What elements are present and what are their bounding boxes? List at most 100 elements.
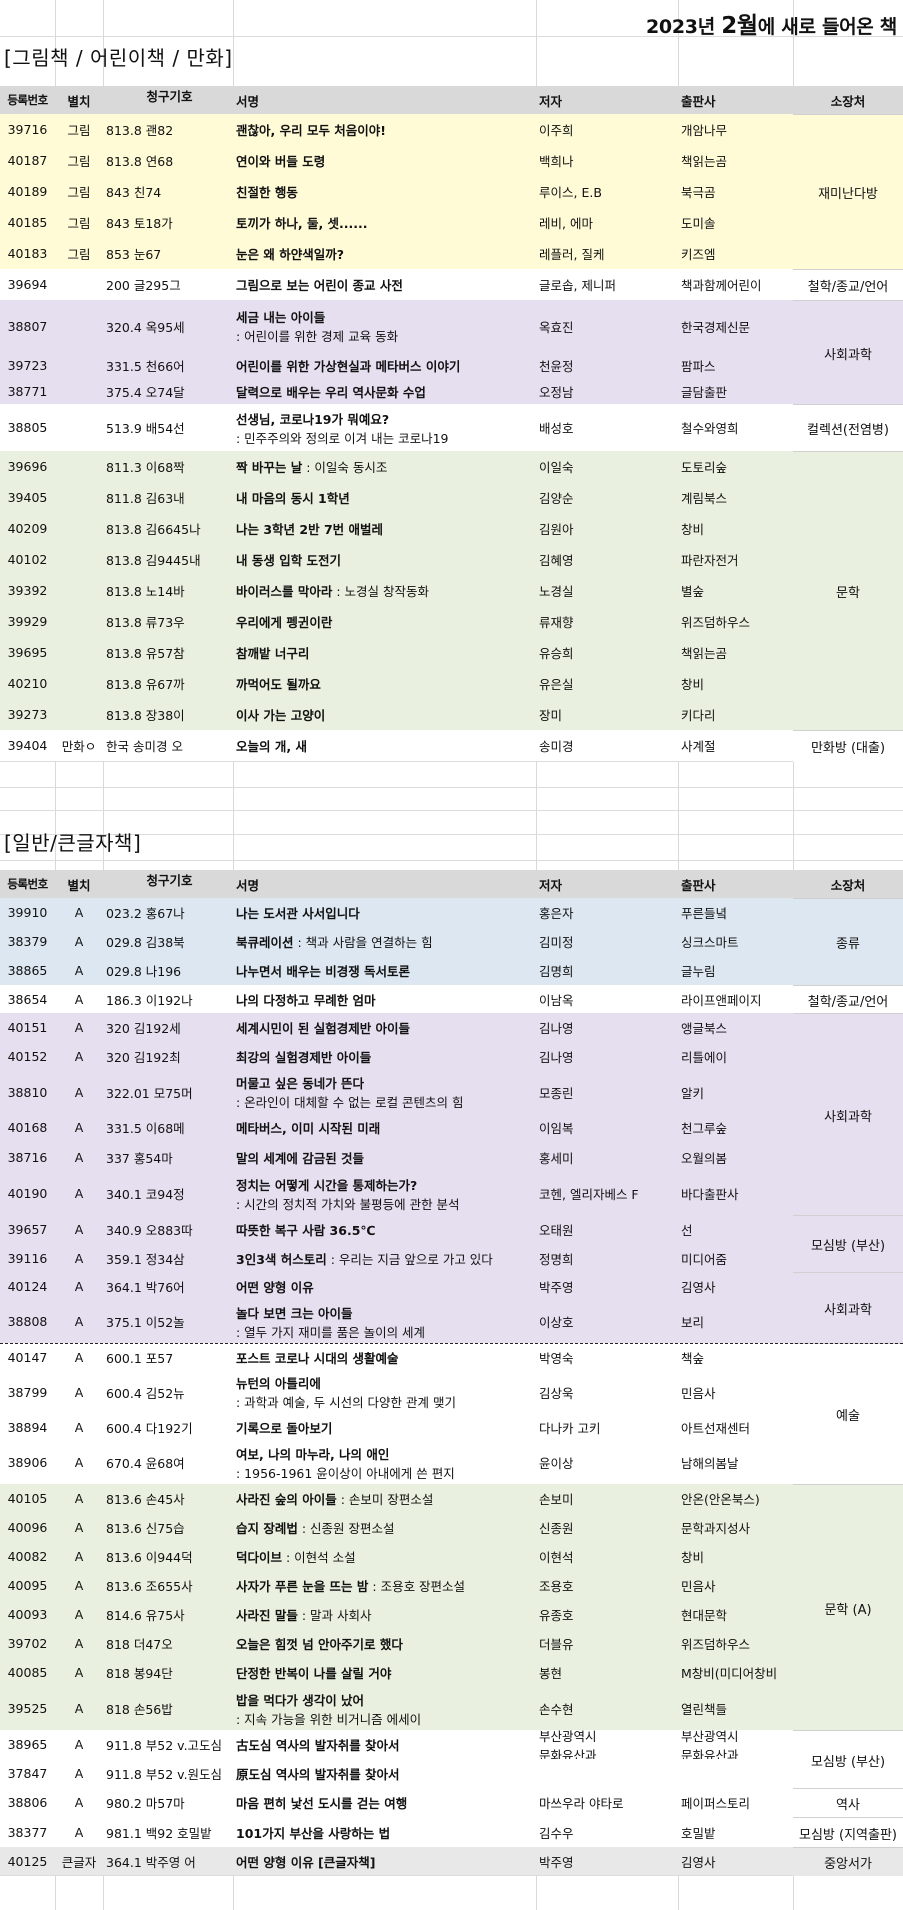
publisher: 김영사 [678, 1847, 793, 1875]
table-row[interactable]: 38654 A 186.3 이192나 나의 다정하고 무례한 엄마 이남옥 라이프앤페이… [0, 985, 793, 1013]
author-name: 이현석 [539, 1550, 574, 1565]
table-row[interactable]: 39525 A 818 손56밥 밥을 먹다가 생각이 났어: 지속 가능을 위한 비… [0, 1687, 793, 1730]
book-title-line: 어떤 양형 이유 [큰글자책] [236, 1852, 375, 1871]
publisher: 위즈덤하우스 [678, 606, 793, 637]
table-row[interactable]: 40183 그림 853 눈67 눈은 왜 하얀색일까? 레플러, 질케 키즈엠 [0, 238, 793, 269]
table-row[interactable]: 40152 A 320 김192최 최강의 실험경제반 아이들 김나영 리틀에이 [0, 1042, 793, 1071]
location-cell: 컬렉션(전염병) [793, 404, 903, 452]
publisher-name: 리틀에이 [681, 1050, 728, 1065]
call-number: 813.8 류73우 [106, 615, 185, 630]
table-row[interactable]: 40187 그림 813.8 연68 연이와 버들 도령 백희나 책읽는곰 [0, 145, 793, 176]
section-heading: [일반/큰글자책] [4, 831, 142, 855]
table-row[interactable]: 39404 만화ㅇ 한국 송미경 오 오늘의 개, 새 송미경 사계절 [0, 730, 793, 761]
book-title: 메타버스, 이미 시작된 미래 [233, 1113, 536, 1142]
table-row[interactable]: 38377 A 981.1 백92 호밀밭 101가지 부산을 사랑하는 법 김수우 호밀… [0, 1817, 793, 1847]
table-row[interactable]: 40085 A 818 봉94단 단정한 반복이 나를 살릴 거야 봉현 M창비(미디어창… [0, 1658, 793, 1687]
table-row[interactable]: 38771 375.4 오74달 달력으로 배우는 우리 역사문화 수업 오정남 글담출… [0, 378, 793, 404]
author: 이남옥 [536, 985, 678, 1013]
book-title-main: 최강의 실험경제반 아이들 [236, 1050, 372, 1065]
table-row[interactable]: 39696 811.3 이68짝 짝 바꾸는 날 : 이일숙 동시조 이일숙 도토리숲 [0, 451, 793, 482]
reg-number: 39702 [7, 1636, 48, 1651]
location-cell: 종류 [793, 898, 903, 986]
book-title: 세계시민이 된 실험경제반 아이들 [233, 1013, 536, 1042]
author-name: 조용호 [539, 1579, 574, 1594]
table-row[interactable]: 40093 A 814.6 유75사 사라진 말들 : 말과 사회사 유종호 현대문학 [0, 1600, 793, 1629]
table-row[interactable]: 40147 A 600.1 포57 포스트 코로나 시대의 생활예술 박영숙 책숲 [0, 1343, 793, 1371]
author: 옥효진 [536, 300, 678, 352]
publisher: 선 [678, 1215, 793, 1244]
table-row[interactable]: 39392 813.8 노14바 바이러스를 막아라 : 노경실 창작동화 노경실 별숲 [0, 575, 793, 606]
call-number: 320 김192최 [106, 1050, 181, 1065]
table-row[interactable]: 38716 A 337 홍54마 말의 세계에 감금된 것들 홍세미 오월의봄 [0, 1142, 793, 1172]
table-row[interactable]: 38894 A 600.4 다192기 기록으로 돌아보기 다나카 고키 아트선재센터 [0, 1413, 793, 1441]
table-row[interactable]: 40151 A 320 김192세 세계시민이 된 실험경제반 아이들 김나영 앵글북스 [0, 1013, 793, 1042]
book-title-main: 참깨밭 너구리 [236, 646, 310, 661]
call-number: 818 더47오 [106, 1637, 173, 1652]
table-row[interactable]: 40082 A 813.6 이944덕 덕다이브 : 이현석 소설 이현석 창비 [0, 1542, 793, 1571]
table-row[interactable]: 38906 A 670.4 윤68여 여보, 나의 마누라, 나의 애인: 1956-… [0, 1441, 793, 1484]
publisher-name: 개암나무 [681, 123, 728, 138]
table-row[interactable]: 39929 813.8 류73우 우리에게 펭귄이란 류재향 위즈덤하우스 [0, 606, 793, 637]
table-row[interactable]: 39405 811.8 김63내 내 마음의 동시 1학년 김양순 계림북스 [0, 482, 793, 513]
author-name: 이남옥 [539, 992, 574, 1008]
table-row[interactable]: 39723 331.5 천66어 어린이를 위한 가상현실과 메타버스 이야기 천윤정… [0, 352, 793, 378]
table-row[interactable]: 40209 813.8 김6645나 나는 3학년 2반 7번 애벌레 김원아 창비 [0, 513, 793, 544]
table-row[interactable]: 40210 813.8 유67까 까먹어도 될까요 유은실 창비 [0, 668, 793, 699]
table-row[interactable]: 38808 A 375.1 이52놀 놀다 보면 크는 아이들: 열두 가지 재미를 … [0, 1300, 793, 1343]
reg-number: 38906 [7, 1455, 48, 1470]
table-row[interactable]: 40190 A 340.1 코94정 정치는 어떻게 시간을 통제하는가?: 시간의 … [0, 1172, 793, 1215]
book-title-main: 나는 3학년 2반 7번 애벌레 [236, 522, 384, 537]
table-row[interactable]: 40185 그림 843 토18가 토끼가 하나, 둘, 셋...... 레비, 에마 도… [0, 207, 793, 238]
table-row[interactable]: 38379 A 029.8 김38북 북큐레이션 : 책과 사람을 연결하는 힘 김미정… [0, 926, 793, 956]
table-row[interactable]: 39716 그림 813.8 괜82 괜찮아, 우리 모두 처음이야! 이주희 개암나무 [0, 114, 793, 145]
call-number: 813.6 손45사 [106, 1492, 185, 1507]
table-row[interactable]: 38805 513.9 배54선 선생님, 코로나19가 뭐예요?: 민주주의와 정… [0, 404, 793, 451]
author-name: 배성호 [539, 421, 574, 436]
table-row[interactable]: 39273 813.8 장38이 이사 가는 고양이 장미 키다리 [0, 699, 793, 730]
author: 오태원 [536, 1215, 678, 1244]
table-row[interactable]: 38810 A 322.01 모75머 머물고 싶은 동네가 뜬다: 온라인이 대체할… [0, 1071, 793, 1113]
author: 송미경 [536, 730, 678, 761]
table-row[interactable]: 40105 A 813.6 손45사 사라진 숲의 아이들 : 손보미 장편소설 손보미… [0, 1484, 793, 1513]
table-row[interactable]: 40124 A 364.1 박76어 어떤 양형 이유 박주영 김영사 [0, 1272, 793, 1300]
table-row[interactable]: 38965 A 911.8 부52 v.고도심 古도심 역사의 발자취를 찾아서 부산광… [0, 1730, 793, 1759]
publisher-name: 글담출판 [681, 384, 728, 400]
reg-number: 40152 [7, 1049, 48, 1064]
table-row[interactable]: 39116 A 359.1 정34삼 3인3색 허스토리 : 우리는 지금 앞으로 가… [0, 1244, 793, 1272]
publisher-name: 싱크스마트 [681, 934, 739, 950]
table-row[interactable]: 37847 A 911.8 부52 v.원도심 原도심 역사의 발자취를 찾아서 [0, 1759, 793, 1788]
call-number: 364.1 박76어 [106, 1279, 185, 1295]
table-row[interactable]: 39694 200 글295그 그림으로 보는 어린이 종교 사전 글로솝, 제니퍼 책… [0, 269, 793, 300]
table-row[interactable]: 40168 A 331.5 이68메 메타버스, 이미 시작된 미래 이임복 천그루숲 [0, 1113, 793, 1142]
reg-number: 38771 [7, 383, 48, 399]
table-row[interactable]: 40102 813.8 김9445내 내 동생 입학 도전기 김혜영 파란자전거 [0, 544, 793, 575]
table-row[interactable]: 38806 A 980.2 마57마 마음 편히 낯선 도시를 걷는 여행 마쓰우라 야… [0, 1788, 793, 1817]
author: 김명희 [536, 956, 678, 985]
book-title-main: 말의 세계에 감금된 것들 [236, 1150, 365, 1166]
book-title-main: 기록으로 돌아보기 [236, 1420, 333, 1436]
call-number: 980.2 마57마 [106, 1796, 185, 1811]
publisher: 책숲 [678, 1343, 793, 1371]
table-row[interactable]: 38865 A 029.8 나196 나누면서 배우는 비경쟁 독서토론 김명희 글누림 [0, 956, 793, 985]
table-row[interactable]: 40096 A 813.6 신75습 습지 장례법 : 신종원 장편소설 신종원 문학과지… [0, 1513, 793, 1542]
book-title-main: 짝 바꾸는 날 [236, 460, 303, 475]
table-row[interactable]: 39695 813.8 유57참 참깨밭 너구리 유승희 책읽는곰 [0, 637, 793, 668]
table-row[interactable]: 39657 A 340.9 오883따 따뜻한 복구 사람 36.5℃ 오태원 선 [0, 1215, 793, 1244]
book-title: 참깨밭 너구리 [233, 637, 536, 668]
shelf-code: A [74, 1278, 84, 1294]
table-row[interactable]: 40095 A 813.6 조655사 사자가 푸른 눈을 뜨는 밤 : 조용호 장편… [0, 1571, 793, 1600]
table-row[interactable]: 39910 A 023.2 홍67나 나는 도서관 사서입니다 홍은자 푸른들녘 [0, 898, 793, 926]
book-subtitle-line: : 온라인이 대체할 수 없는 로컬 콘텐츠의 힘 [236, 1095, 464, 1110]
table-row[interactable]: 38799 A 600.4 김52뉴 뉴턴의 아틀리에: 과학과 예술, 두 시선의 … [0, 1371, 793, 1413]
table-row[interactable]: 40125 큰글자 364.1 박주영 어 어떤 양형 이유 [큰글자책] 박주영 김영사 [0, 1847, 793, 1875]
call-number: 813.8 괜82 [106, 123, 174, 138]
book-title: 어떤 양형 이유 [큰글자책] [233, 1847, 536, 1875]
table-row[interactable]: 40189 그림 843 친74 친절한 행동 루이스, E.B 북극곰 [0, 176, 793, 207]
shelf-code: A [74, 1149, 84, 1165]
table-row[interactable]: 39702 A 818 더47오 오늘은 힘껏 넘 안아주기로 했다 더블유 위즈덤하우스 [0, 1629, 793, 1658]
table-row[interactable]: 38807 320.4 옥95세 세금 내는 아이들: 어린이를 위한 경제 교육 … [0, 300, 793, 352]
book-title-main: 따뜻한 복구 사람 36.5℃ [236, 1223, 376, 1238]
publisher: 남해의봄날 [678, 1441, 793, 1484]
book-title: 그림으로 보는 어린이 종교 사전 [233, 269, 536, 300]
publisher: 글담출판 [678, 378, 793, 404]
